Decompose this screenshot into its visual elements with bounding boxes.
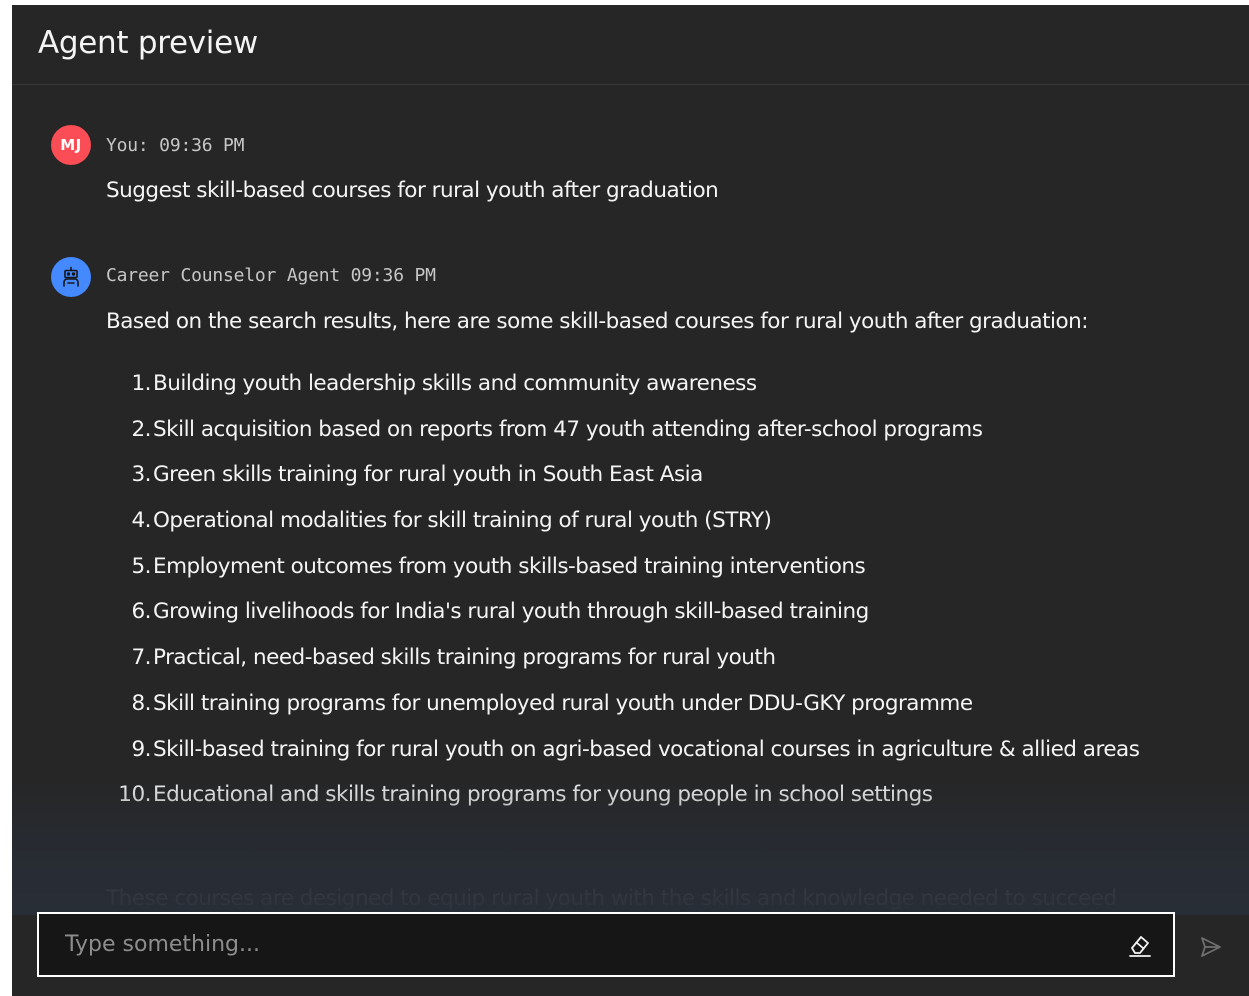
list-item: 9. Skill-based training for rural youth o… [131, 736, 1140, 762]
agent-message-closing: These courses are designed to equip rura… [106, 886, 1117, 911]
panel-header: Agent preview [12, 5, 1249, 85]
list-item: 10. Educational and skills training progr… [118, 782, 933, 808]
user-avatar: MJ [51, 125, 91, 165]
list-item: 1. Building youth leadership skills and c… [131, 371, 757, 396]
list-item: 4. Operational modalities for skill train… [131, 508, 772, 534]
chat-area[interactable]: MJ You: 09:36 PM Suggest skill-based cou… [12, 85, 1249, 996]
course-list: 1. Building youth leadership skills and c… [106, 367, 1166, 824]
agent-message-intro: Based on the search results, here are so… [106, 309, 1089, 334]
user-message-meta: You: 09:36 PM [106, 135, 245, 156]
send-icon[interactable] [1198, 934, 1224, 960]
list-item: 7. Practical, need-based skills training … [131, 645, 776, 671]
panel-title: Agent preview [38, 25, 258, 61]
list-item: 8. Skill training programs for unemployed… [131, 690, 973, 716]
eraser-icon[interactable] [1127, 932, 1153, 958]
list-item: 5. Employment outcomes from youth skills-… [131, 553, 866, 579]
agent-message-meta: Career Counselor Agent 09:36 PM [106, 265, 436, 286]
agent-avatar [51, 257, 91, 297]
message-input[interactable] [39, 914, 1099, 975]
list-item: 3. Green skills training for rural youth … [131, 462, 703, 488]
agent-preview-panel: Agent preview MJ You: 09:36 PM Suggest s… [12, 5, 1249, 996]
message-input-container[interactable] [37, 912, 1175, 977]
list-item: 6. Growing livelihoods for India's rural … [131, 599, 869, 625]
list-item: 2. Skill acquisition based on reports fro… [131, 416, 983, 442]
robot-icon [63, 266, 79, 287]
user-message-text: Suggest skill-based courses for rural yo… [106, 178, 719, 203]
